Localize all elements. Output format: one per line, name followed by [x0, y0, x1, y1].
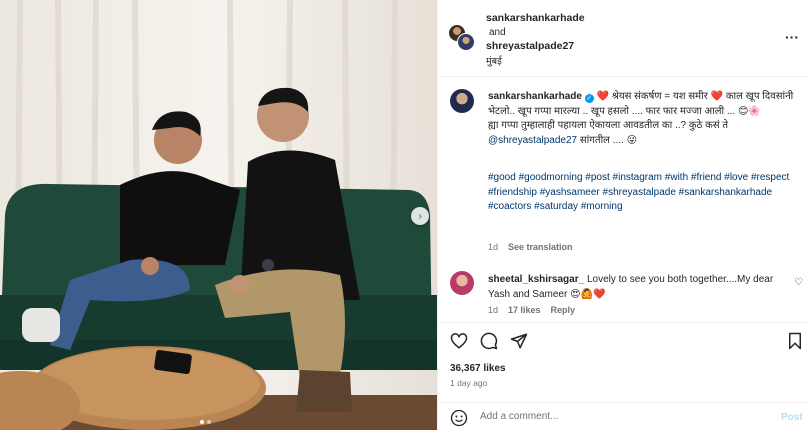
post-comment-button[interactable]: Post	[781, 412, 803, 423]
likes-count[interactable]: 36,367 likes	[450, 363, 506, 374]
add-comment-bar: Post	[438, 402, 807, 430]
caption-avatar[interactable]	[450, 89, 474, 113]
verified-badge-icon: ✓	[584, 94, 594, 103]
avatar-user2[interactable]	[457, 33, 475, 51]
carousel-dot	[207, 420, 211, 424]
emoji-icon[interactable]	[450, 409, 468, 427]
more-icon[interactable]: ···	[785, 29, 799, 45]
carousel-dot-active	[200, 420, 204, 424]
caption-username[interactable]: sankarshankarhade	[488, 91, 582, 102]
chevron-right-icon: ›	[418, 210, 422, 222]
post-photo[interactable]: ›	[0, 0, 437, 430]
comment-time[interactable]: 1d	[488, 305, 498, 315]
comment-username[interactable]: sheetal_kshirsagar_	[488, 274, 584, 285]
comment-like-heart-icon[interactable]: ♡	[794, 277, 803, 288]
post-caption: sankarshankarhade ✓ ❤️ श्रेयस संकर्षण = …	[488, 90, 800, 148]
carousel-dots	[200, 420, 211, 424]
caption-text-2: ह्या गप्पा तुम्हालाही पहायला ऐकायला आवडत…	[488, 120, 729, 131]
post-details-panel: sankarshankarhade and shreyastalpade27 म…	[437, 0, 807, 430]
carousel-next-button[interactable]: ›	[411, 207, 429, 225]
photo-illustration	[0, 0, 437, 430]
comment: sheetal_kshirsagar_ Lovely to see you bo…	[488, 273, 788, 302]
caption-hashtags[interactable]: #good #goodmorning #post #instagram #wit…	[488, 171, 800, 215]
post-time[interactable]: 1 day ago	[450, 378, 487, 388]
header-and-text: and	[489, 27, 506, 38]
heart-icon[interactable]	[450, 332, 468, 350]
post-location[interactable]: मुंबई	[486, 54, 502, 67]
comment-likes[interactable]: 17 likes	[508, 305, 541, 315]
comment-avatar[interactable]	[450, 271, 474, 295]
bookmark-icon[interactable]	[786, 332, 804, 350]
post-header: sankarshankarhade and shreyastalpade27 म…	[438, 0, 807, 77]
collab-avatars[interactable]	[448, 24, 475, 51]
comment-meta: 1d 17 likes Reply	[488, 305, 585, 315]
caption-text-3: सांगतील .... 😜	[579, 134, 638, 146]
header-username-2[interactable]: shreyastalpade27	[486, 40, 574, 52]
comment-icon[interactable]	[480, 332, 498, 350]
comment-input[interactable]	[480, 411, 750, 422]
see-translation-link[interactable]: See translation	[508, 242, 573, 252]
caption-meta: 1d See translation	[488, 242, 573, 252]
caption-mention[interactable]: @shreyastalpade27	[488, 135, 577, 146]
comment-reply-button[interactable]: Reply	[551, 305, 576, 315]
share-icon[interactable]	[510, 332, 528, 350]
header-username-1[interactable]: sankarshankarhade	[486, 12, 585, 24]
caption-time[interactable]: 1d	[488, 242, 498, 252]
action-bar	[438, 322, 807, 356]
